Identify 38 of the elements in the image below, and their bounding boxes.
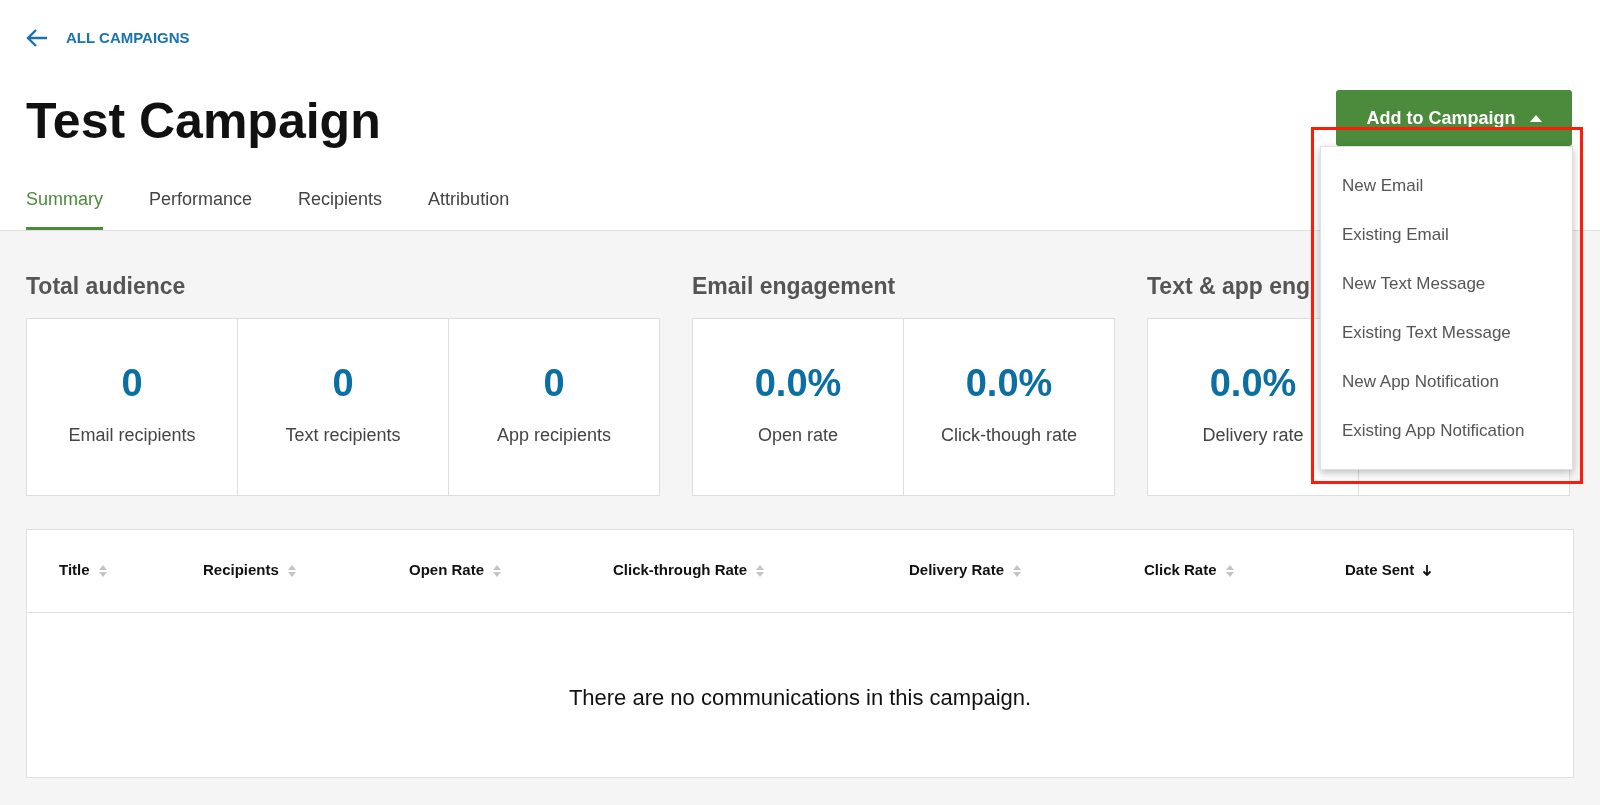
stat-label: App recipients	[496, 424, 612, 447]
stat-label: Delivery rate	[1202, 424, 1304, 447]
menu-item[interactable]: Existing Text Message	[1321, 308, 1572, 357]
stat-value: 0.0%	[965, 364, 1053, 402]
column-header[interactable]: Click Rate	[1144, 559, 1235, 582]
stat-value: 0.0%	[754, 364, 842, 402]
column-header[interactable]: Delivery Rate	[909, 559, 1023, 582]
menu-item[interactable]: Existing Email	[1321, 210, 1572, 259]
stat-label: Email recipients	[68, 424, 196, 447]
page-title: Test Campaign	[26, 96, 381, 146]
stat-label: Open rate	[757, 424, 839, 447]
column-header[interactable]: Date Sent	[1345, 559, 1433, 582]
menu-item[interactable]: Existing App Notification	[1321, 406, 1572, 455]
column-header[interactable]: Recipients	[203, 559, 297, 582]
section-heading: Text & app eng	[1147, 272, 1311, 301]
tab[interactable]: Recipients	[298, 186, 383, 230]
stat-value: 0.0%	[1209, 364, 1297, 402]
menu-item[interactable]: New Email	[1321, 161, 1572, 210]
column-header[interactable]: Open Rate	[409, 559, 502, 582]
stat-value: 0	[332, 364, 354, 402]
column-header[interactable]: Title	[59, 559, 108, 582]
tab[interactable]: Summary	[26, 186, 103, 230]
stat-value: 0	[543, 364, 565, 402]
section-heading: Total audience	[26, 272, 186, 301]
menu-item[interactable]: New App Notification	[1321, 357, 1572, 406]
stat-label: Click-though rate	[940, 424, 1078, 447]
back-link[interactable]: ALL CAMPAIGNS	[26, 0, 1574, 52]
stat-value: 0	[121, 364, 143, 402]
tab[interactable]: Attribution	[428, 186, 510, 230]
add-to-campaign-button[interactable]: Add to Campaign	[1336, 90, 1572, 146]
empty-message: There are no communications in this campaign.	[568, 683, 1032, 712]
tab[interactable]: Performance	[149, 186, 253, 230]
section-heading: Email engagement	[692, 272, 896, 301]
caret-up-icon	[1529, 114, 1542, 122]
back-arrow-icon	[26, 28, 48, 48]
menu-item[interactable]: New Text Message	[1321, 259, 1572, 308]
column-header[interactable]: Click-through Rate	[613, 559, 766, 582]
stat-label: Text recipients	[285, 424, 401, 447]
